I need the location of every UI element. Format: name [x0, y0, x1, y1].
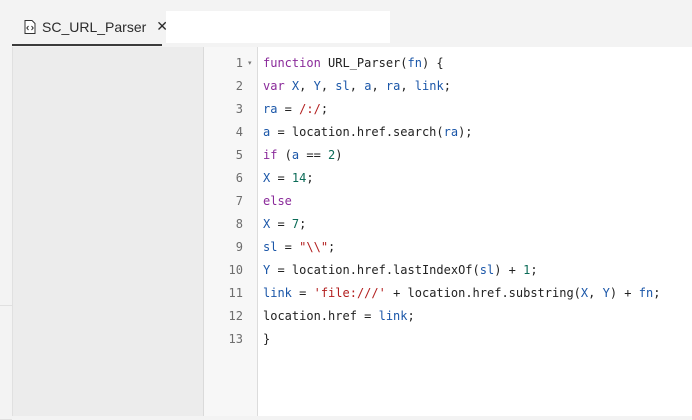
- code-token: ;: [306, 171, 314, 185]
- code-token: ;: [407, 309, 415, 323]
- code-token: =: [291, 286, 314, 300]
- code-token: /:/: [299, 102, 321, 116]
- line-number: 4: [235, 125, 243, 139]
- code-token: = location.href.search(: [270, 125, 444, 139]
- code-token: location.href =: [263, 309, 379, 323]
- line-number: 7: [235, 194, 243, 208]
- left-activity-panel: [0, 47, 12, 420]
- code-line[interactable]: if (a == 2): [263, 144, 343, 167]
- line-number: 5: [235, 148, 243, 162]
- code-token: ) +: [494, 263, 524, 277]
- code-line[interactable]: location.href = link;: [263, 305, 415, 328]
- code-editor[interactable]: function URL_Parser(fn) {var X, Y, sl, a…: [258, 47, 692, 416]
- code-token: else: [263, 194, 292, 208]
- side-panel: [12, 47, 204, 416]
- code-token: function: [263, 56, 321, 70]
- code-token: ,: [371, 79, 386, 93]
- code-token: var: [263, 79, 285, 93]
- line-number: 1: [235, 56, 243, 70]
- code-token: URL_Parser(: [320, 56, 408, 70]
- line-number: 11: [228, 286, 243, 300]
- code-token: link: [263, 286, 292, 300]
- code-token: ) +: [609, 286, 639, 300]
- code-token: sl: [479, 263, 495, 277]
- code-token: }: [263, 332, 271, 346]
- code-token: link: [414, 79, 444, 93]
- code-line[interactable]: }: [263, 328, 270, 351]
- code-token: ,: [588, 286, 603, 300]
- code-line[interactable]: link = 'file:///' + location.href.substr…: [263, 282, 660, 305]
- code-token: =: [277, 240, 300, 254]
- code-token: ): [335, 148, 343, 162]
- code-token: ;: [443, 79, 451, 93]
- code-token: fn: [407, 56, 422, 70]
- code-token: ;: [653, 286, 661, 300]
- divider: [0, 305, 12, 306]
- line-number: 6: [235, 171, 243, 185]
- editor-tab-bar: SC_URL_Parser ✕: [0, 10, 692, 46]
- line-number: 8: [235, 217, 243, 231]
- code-line[interactable]: Y = location.href.lastIndexOf(sl) + 1;: [263, 259, 538, 282]
- code-token: );: [458, 125, 473, 139]
- line-number: 9: [235, 240, 243, 254]
- code-token: ;: [328, 240, 336, 254]
- code-file-icon: [24, 20, 36, 34]
- code-token: ;: [530, 263, 538, 277]
- code-token: ==: [299, 148, 329, 162]
- code-token: ) {: [421, 56, 444, 70]
- tab-sc-url-parser[interactable]: SC_URL_Parser ✕: [12, 10, 168, 46]
- code-token: Y: [313, 79, 321, 93]
- line-number-gutter: 1 ▾ 2 3 4 5 6 7 8 9 10 11 12 13: [204, 47, 258, 416]
- code-token: ;: [320, 102, 329, 116]
- code-token: Y: [602, 286, 610, 300]
- tab-title: SC_URL_Parser: [42, 19, 147, 35]
- code-token: 14: [291, 171, 307, 185]
- code-token: fn: [638, 286, 654, 300]
- code-token: ,: [349, 79, 365, 93]
- code-line[interactable]: a = location.href.search(ra);: [263, 121, 473, 144]
- code-token: =: [270, 171, 292, 185]
- code-line[interactable]: X = 7;: [263, 213, 306, 236]
- code-token: link: [378, 309, 408, 323]
- code-line[interactable]: sl = "\\";: [263, 236, 335, 259]
- code-token: ,: [400, 79, 415, 93]
- code-token: ,: [320, 79, 336, 93]
- code-token: 'file:///': [313, 286, 386, 300]
- code-token: =: [277, 102, 300, 116]
- code-token: sl: [335, 79, 350, 93]
- code-line[interactable]: function URL_Parser(fn) {: [263, 52, 444, 75]
- code-token: sl: [263, 240, 278, 254]
- code-line[interactable]: ra = /:/;: [263, 98, 328, 121]
- code-line[interactable]: X = 14;: [263, 167, 314, 190]
- code-token: ,: [299, 79, 314, 93]
- code-token: + location.href.substring(: [385, 286, 581, 300]
- line-number: 3: [235, 102, 243, 116]
- code-token: "\\": [299, 240, 329, 254]
- code-token: ra: [385, 79, 401, 93]
- code-token: ra: [443, 125, 459, 139]
- code-token: ra: [263, 102, 278, 116]
- line-number: 2: [235, 79, 243, 93]
- code-line[interactable]: var X, Y, sl, a, ra, link;: [263, 75, 451, 98]
- fold-chevron-icon[interactable]: ▾: [248, 52, 252, 75]
- code-token: (: [277, 148, 292, 162]
- tab-bar-empty-area: [166, 11, 390, 43]
- code-line[interactable]: else: [263, 190, 292, 213]
- code-token: =: [270, 217, 292, 231]
- line-number: 10: [228, 263, 243, 277]
- line-number: 13: [228, 332, 243, 346]
- code-token: = location.href.lastIndexOf(: [270, 263, 480, 277]
- code-token: ;: [299, 217, 307, 231]
- code-token: if: [263, 148, 278, 162]
- line-number: 12: [228, 309, 243, 323]
